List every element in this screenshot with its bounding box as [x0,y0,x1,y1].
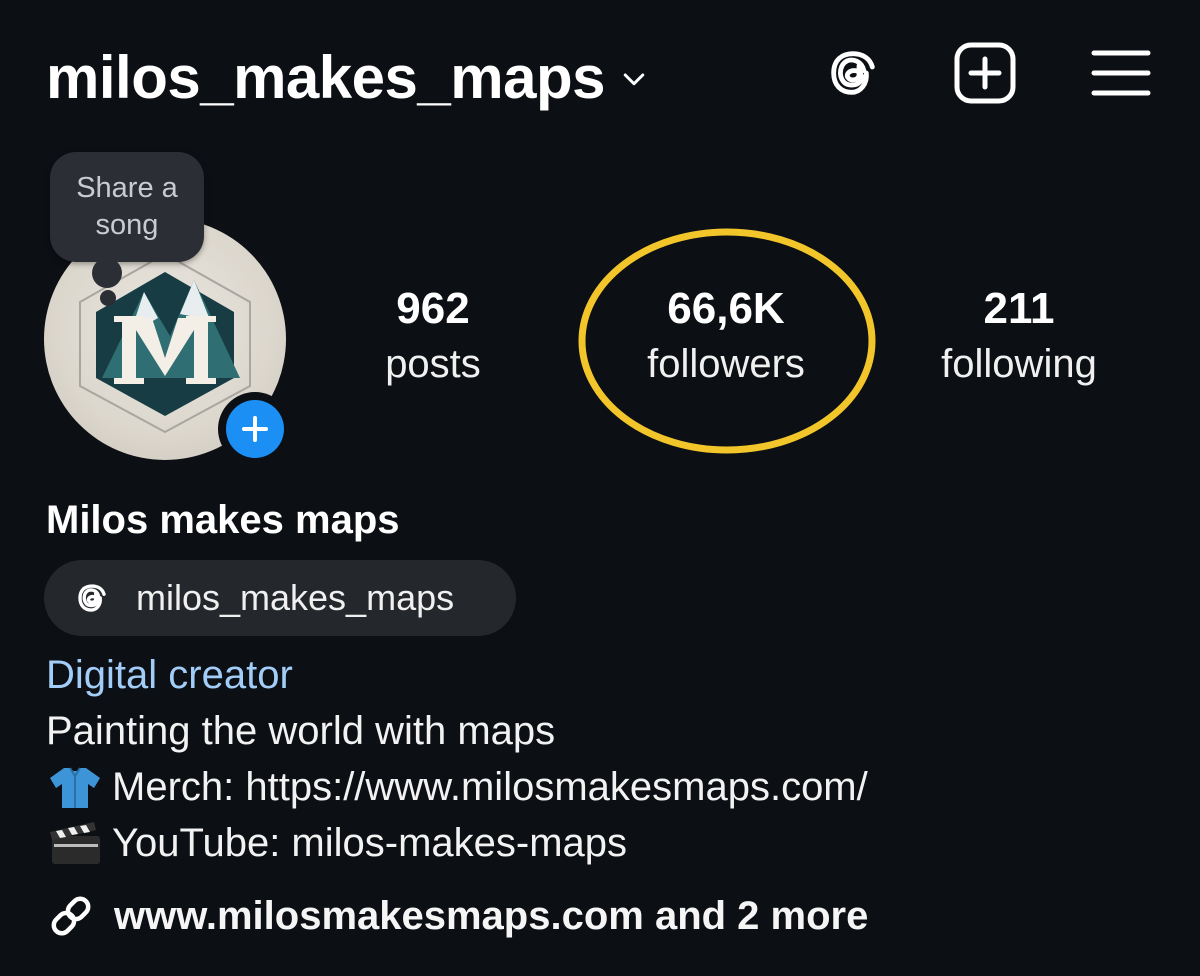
followers-label: followers [647,342,805,386]
plus-square-icon [954,42,1016,104]
following-count: 211 [983,284,1055,333]
username-switcher[interactable]: milos_makes_maps [46,38,649,118]
following-label: following [941,342,1097,386]
followers-count: 66,6K [667,284,785,333]
add-story-button[interactable] [218,392,292,466]
clapper-board-icon [50,822,100,864]
threads-handle: milos_makes_maps [136,577,455,618]
threads-button[interactable] [820,40,886,106]
external-links[interactable]: www.milosmakesmaps.com and 2 more [46,888,868,944]
merch-text: Merch: https://www.milosmakesmaps.com/ [112,765,868,809]
bio-line: Painting the world with maps [46,709,556,753]
youtube-text: YouTube: milos-makes-maps [112,821,628,865]
posts-label: posts [385,342,481,386]
threads-profile-badge[interactable]: milos_makes_maps [44,560,516,636]
bubble-tail [92,258,122,288]
username-title: milos_makes_maps [46,44,606,111]
add-story-badge [226,400,284,458]
stat-following[interactable]: 211 following [912,282,1126,392]
share-song-bubble[interactable]: Share a song [50,152,204,262]
stat-posts[interactable]: 962 posts [362,282,504,392]
display-name: Milos makes maps [46,498,400,542]
shirt-icon [50,767,100,808]
bio-line-youtube: YouTube: milos-makes-maps [46,818,627,868]
posts-count: 962 [396,284,470,333]
share-song-label: Share a song [76,172,178,241]
hamburger-menu-icon [1091,50,1151,96]
plus-icon [242,416,268,442]
bio-line-merch: Merch: https://www.milosmakesmaps.com/ [46,762,868,812]
menu-button[interactable] [1088,40,1154,106]
link-icon [51,896,91,936]
stat-followers[interactable]: 66,6K followers [616,282,836,392]
profile-category[interactable]: Digital creator [46,650,293,700]
bubble-tail [100,290,116,306]
link-text: www.milosmakesmaps.com and 2 more [114,893,869,938]
threads-icon [78,584,106,612]
chevron-down-icon [623,73,645,86]
create-post-button[interactable] [952,40,1018,106]
threads-icon [831,51,875,95]
